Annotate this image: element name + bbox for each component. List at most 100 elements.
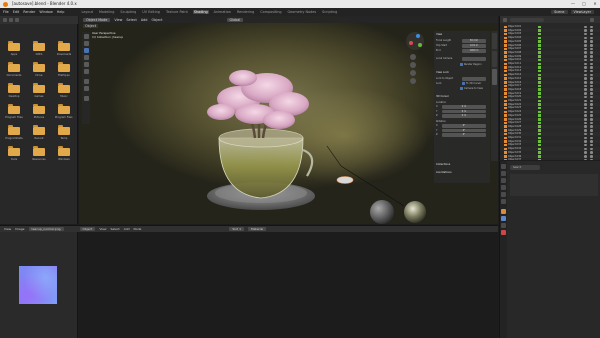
workspace-tab-modeling[interactable]: Modeling	[98, 10, 115, 14]
cursor-location-z-field[interactable]: 0 m	[442, 114, 486, 118]
ortho-grid-icon[interactable]	[410, 78, 416, 84]
modifier-icon[interactable]	[538, 158, 541, 160]
transform-orientation-selector[interactable]: Global	[226, 17, 244, 22]
navigation-gizmo[interactable]	[406, 32, 424, 50]
folder-item[interactable]: Resources	[30, 146, 48, 170]
parent-folder-icon[interactable]	[15, 18, 19, 22]
shader-menu-view[interactable]: View	[99, 227, 106, 231]
image-menu-view[interactable]: View	[4, 227, 11, 231]
material-preview-sphere[interactable]	[370, 200, 394, 224]
menu-render[interactable]: Render	[23, 10, 35, 14]
workspace-tab-layout[interactable]: Layout	[80, 10, 94, 14]
workspace-tab-compositing[interactable]: Compositing	[259, 10, 282, 14]
maximize-button[interactable]: □	[579, 0, 589, 8]
outliner-search-input[interactable]	[510, 17, 544, 22]
shader-menu-select[interactable]: Select	[110, 227, 119, 231]
viewport-menu-add[interactable]: Add	[141, 18, 148, 22]
shader-node-editor[interactable]	[79, 232, 498, 338]
scale-tool-icon[interactable]	[83, 62, 89, 67]
tab-view[interactable]	[492, 69, 497, 85]
material-selector[interactable]: Material	[247, 227, 267, 231]
image-name-field[interactable]: teacup_normal.png	[28, 227, 64, 231]
annotate-tool-icon[interactable]	[83, 79, 89, 84]
outliner-row[interactable]: Object.037	[500, 158, 600, 160]
mode-selector[interactable]: Object Mode	[83, 17, 111, 22]
cursor-rotation-x-field[interactable]: 0°	[442, 124, 486, 128]
to-3d-cursor-checkbox[interactable]	[462, 82, 465, 85]
blossom-tree[interactable]	[207, 70, 309, 129]
add-cube-tool-icon[interactable]	[83, 96, 89, 101]
view-lock-section-header[interactable]: View Lock	[436, 71, 488, 75]
zoom-icon[interactable]	[410, 54, 416, 60]
view-layer-properties-icon[interactable]	[501, 185, 506, 190]
focal-length-field[interactable]: 50 mm	[462, 39, 486, 43]
slot-selector[interactable]: Slot 1	[229, 227, 244, 231]
world-properties-icon[interactable]	[501, 199, 506, 204]
render-camera-icon[interactable]	[590, 158, 593, 160]
shader-menu-add[interactable]: Add	[124, 227, 130, 231]
menu-help[interactable]: Help	[57, 10, 65, 14]
light-object[interactable]	[336, 176, 354, 184]
measure-tool-icon[interactable]	[83, 86, 89, 91]
scene-selector[interactable]: Scene	[551, 9, 568, 14]
camera-to-view-checkbox[interactable]	[460, 87, 463, 90]
render-properties-icon[interactable]	[501, 171, 506, 176]
viewport-menu-view[interactable]: View	[114, 18, 122, 22]
display-mode-icon[interactable]	[503, 17, 507, 22]
filter-icon[interactable]	[590, 17, 594, 22]
z-axis-icon[interactable]	[416, 34, 420, 38]
image-menu-image[interactable]: Image	[15, 227, 24, 231]
lock-to-object-field[interactable]	[462, 77, 486, 81]
cursor-rotation-z-field[interactable]: 0°	[442, 133, 486, 137]
pan-hand-icon[interactable]	[410, 62, 416, 68]
workspace-tab-animation[interactable]: Animation	[213, 10, 232, 14]
back-arrow-icon[interactable]	[3, 18, 7, 22]
annotations-section-header[interactable]: Annotations	[436, 171, 488, 175]
cursor-tool-icon[interactable]	[83, 41, 89, 46]
cursor-location-x-field[interactable]: 0 m	[442, 105, 486, 109]
rotate-tool-icon[interactable]	[83, 55, 89, 60]
clip-start-field[interactable]: 0.01 m	[462, 44, 486, 48]
tool-properties-icon[interactable]	[501, 164, 506, 169]
y-axis-icon[interactable]	[418, 43, 422, 47]
viewport-menu-select[interactable]: Select	[126, 18, 136, 22]
menu-file[interactable]: File	[3, 10, 9, 14]
view-section-header[interactable]: View	[436, 33, 488, 37]
workspace-tab-shading[interactable]: Shading	[192, 10, 209, 14]
cursor-rotation-y-field[interactable]: 0°	[442, 128, 486, 132]
hdri-preview-sphere[interactable]	[404, 201, 426, 223]
workspace-tab-uv-editing[interactable]: UV Editing	[141, 10, 161, 14]
3d-cursor-section-header[interactable]: 3D Cursor	[436, 95, 488, 99]
output-properties-icon[interactable]	[501, 178, 506, 183]
modifier-properties-icon[interactable]	[501, 216, 506, 221]
transform-tool-icon[interactable]	[83, 69, 89, 74]
workspace-tab-sculpting[interactable]: Sculpting	[119, 10, 137, 14]
viewport-object-label[interactable]: Object	[83, 24, 99, 28]
scene-properties-icon[interactable]	[501, 192, 506, 197]
camera-view-icon[interactable]	[410, 70, 416, 76]
properties-search-input[interactable]: Search	[510, 165, 540, 170]
folder-item[interactable]: tools	[5, 146, 23, 170]
folder-item[interactable]: Windows	[55, 146, 73, 170]
shader-menu-node[interactable]: Node	[134, 227, 142, 231]
x-axis-icon[interactable]	[409, 41, 413, 45]
physics-properties-icon[interactable]	[501, 223, 506, 228]
local-camera-field[interactable]	[462, 57, 486, 61]
select-tool-icon[interactable]	[83, 34, 89, 39]
workspace-tab-rendering[interactable]: Rendering	[236, 10, 255, 14]
workspace-tab-geometry-nodes[interactable]: Geometry Nodes	[287, 10, 318, 14]
object-properties-icon[interactable]	[501, 209, 506, 214]
close-button[interactable]: ✕	[590, 0, 600, 8]
forward-arrow-icon[interactable]	[9, 18, 13, 22]
move-tool-icon[interactable]	[83, 48, 89, 53]
clip-end-field[interactable]: 1000 m	[462, 49, 486, 53]
3d-viewport[interactable]: Object Mode View Select Add Object Globa…	[79, 16, 498, 224]
minimize-button[interactable]: —	[568, 0, 578, 8]
visibility-eye-icon[interactable]	[584, 158, 587, 160]
menu-window[interactable]: Window	[39, 10, 52, 14]
tab-tool[interactable]	[492, 51, 497, 67]
view-layer-selector[interactable]: ViewLayer	[570, 9, 594, 14]
workspace-tab-scripting[interactable]: Scripting	[321, 10, 338, 14]
workspace-tab-texture-paint[interactable]: Texture Paint	[165, 10, 189, 14]
shader-object-selector[interactable]: Object	[79, 227, 96, 231]
